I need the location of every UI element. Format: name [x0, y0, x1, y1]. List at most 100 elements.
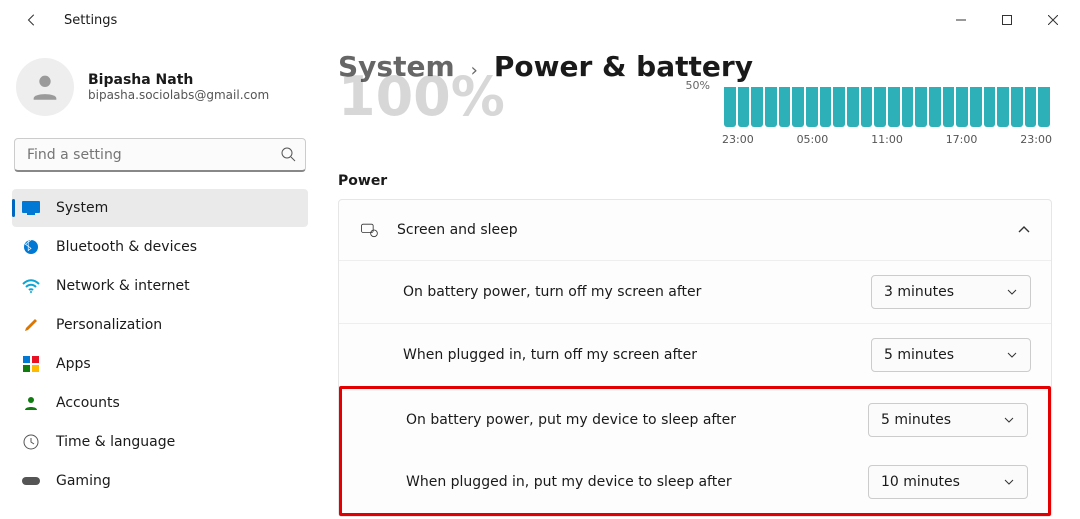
chart-bar: [833, 87, 845, 127]
sleep-plugged-dropdown[interactable]: 10 minutes: [868, 465, 1028, 499]
search-icon: [280, 146, 296, 162]
profile-email: bipasha.sociolabs@gmail.com: [88, 88, 269, 102]
chart-bar: [779, 87, 791, 127]
nav-list: System Bluetooth & devices Network & int…: [8, 188, 312, 519]
chart-ticks: 23:00 05:00 11:00 17:00 23:00: [722, 133, 1052, 146]
window-controls: [938, 4, 1076, 36]
setting-label: When plugged in, turn off my screen afte…: [403, 347, 871, 363]
chart-tick: 17:00: [946, 133, 978, 146]
chevron-down-icon: [1006, 286, 1018, 298]
system-icon: [22, 199, 40, 217]
clock-icon: [22, 433, 40, 451]
battery-chart[interactable]: 23:00 05:00 11:00 17:00 23:00: [722, 85, 1052, 146]
screen-sleep-icon: [359, 220, 379, 240]
brush-icon: [22, 316, 40, 334]
sleep-highlight-box: On battery power, put my device to sleep…: [339, 386, 1051, 516]
account-icon: [22, 394, 40, 412]
sleep-battery-row: On battery power, put my device to sleep…: [342, 389, 1048, 451]
chart-bar: [956, 87, 968, 127]
sidebar-item-label: Time & language: [56, 434, 175, 450]
sidebar-item-time-language[interactable]: Time & language: [12, 423, 308, 461]
back-button[interactable]: [18, 6, 46, 34]
screen-sleep-card: Screen and sleep On battery power, turn …: [338, 199, 1052, 517]
chevron-down-icon: [1006, 349, 1018, 361]
dropdown-value: 10 minutes: [881, 474, 993, 490]
card-title: Screen and sleep: [397, 222, 999, 238]
sidebar-item-personalization[interactable]: Personalization: [12, 306, 308, 344]
chart-bar: [1011, 87, 1023, 127]
chart-tick: 05:00: [797, 133, 829, 146]
chart-bar: [874, 87, 886, 127]
maximize-button[interactable]: [984, 4, 1030, 36]
sidebar-item-network[interactable]: Network & internet: [12, 267, 308, 305]
sidebar-item-system[interactable]: System: [12, 189, 308, 227]
sidebar-item-label: Network & internet: [56, 278, 190, 294]
screen-off-plugged-dropdown[interactable]: 5 minutes: [871, 338, 1031, 372]
chart-bar: [1038, 87, 1050, 127]
chart-bar: [724, 87, 736, 127]
chart-bar: [738, 87, 750, 127]
screen-off-plugged-row: When plugged in, turn off my screen afte…: [339, 323, 1051, 386]
search-input[interactable]: [14, 138, 306, 172]
bluetooth-icon: [22, 238, 40, 256]
page-title: Power & battery: [494, 50, 753, 83]
sidebar-item-apps[interactable]: Apps: [12, 345, 308, 383]
apps-icon: [22, 355, 40, 373]
chart-tick: 23:00: [1020, 133, 1052, 146]
sidebar-item-label: Apps: [56, 356, 91, 372]
sidebar-item-gaming[interactable]: Gaming: [12, 462, 308, 500]
chart-bar: [861, 87, 873, 127]
chart-tick: 23:00: [722, 133, 754, 146]
chart-bar: [902, 87, 914, 127]
sidebar-item-label: Gaming: [56, 473, 111, 489]
chart-bar: [888, 87, 900, 127]
battery-big-percent: 100%: [338, 65, 505, 128]
screen-off-battery-row: On battery power, turn off my screen aft…: [339, 260, 1051, 323]
sidebar-item-label: Accounts: [56, 395, 120, 411]
sleep-battery-dropdown[interactable]: 5 minutes: [868, 403, 1028, 437]
chart-bar: [984, 87, 996, 127]
sidebar: Bipasha Nath bipasha.sociolabs@gmail.com…: [0, 40, 320, 519]
chart-bar: [929, 87, 941, 127]
section-title-power: Power: [338, 173, 1052, 189]
dropdown-value: 5 minutes: [884, 347, 996, 363]
chevron-up-icon: [1017, 223, 1031, 237]
chart-bar: [1025, 87, 1037, 127]
chart-y-label: 50%: [686, 79, 710, 92]
avatar: [16, 58, 74, 116]
chart-tick: 11:00: [871, 133, 903, 146]
wifi-icon: [22, 277, 40, 295]
close-icon: [1048, 15, 1058, 25]
chevron-down-icon: [1003, 414, 1015, 426]
setting-label: On battery power, put my device to sleep…: [406, 412, 868, 428]
person-icon: [28, 70, 62, 104]
chart-bar: [997, 87, 1009, 127]
sidebar-item-label: System: [56, 200, 108, 216]
setting-label: On battery power, turn off my screen aft…: [403, 284, 871, 300]
chart-bar: [970, 87, 982, 127]
close-button[interactable]: [1030, 4, 1076, 36]
chart-bar: [847, 87, 859, 127]
sidebar-item-bluetooth[interactable]: Bluetooth & devices: [12, 228, 308, 266]
dropdown-value: 3 minutes: [884, 284, 996, 300]
main-content: System › Power & battery 100% 50%: [320, 40, 1080, 519]
chart-bar: [943, 87, 955, 127]
battery-summary: 100% 50%: [338, 85, 1052, 155]
chart-bar: [751, 87, 763, 127]
chart-bars: [722, 85, 1052, 127]
sleep-plugged-row: When plugged in, put my device to sleep …: [342, 451, 1048, 513]
screen-sleep-header[interactable]: Screen and sleep: [339, 200, 1051, 260]
window-title: Settings: [64, 13, 117, 28]
chart-bar: [806, 87, 818, 127]
profile-block[interactable]: Bipasha Nath bipasha.sociolabs@gmail.com: [8, 50, 312, 134]
minimize-button[interactable]: [938, 4, 984, 36]
screen-off-battery-dropdown[interactable]: 3 minutes: [871, 275, 1031, 309]
chart-bar: [820, 87, 832, 127]
gaming-icon: [22, 472, 40, 490]
minimize-icon: [956, 15, 966, 25]
sidebar-item-accounts[interactable]: Accounts: [12, 384, 308, 422]
chart-bar: [792, 87, 804, 127]
sidebar-item-label: Bluetooth & devices: [56, 239, 197, 255]
chevron-down-icon: [1003, 476, 1015, 488]
sidebar-item-label: Personalization: [56, 317, 162, 333]
